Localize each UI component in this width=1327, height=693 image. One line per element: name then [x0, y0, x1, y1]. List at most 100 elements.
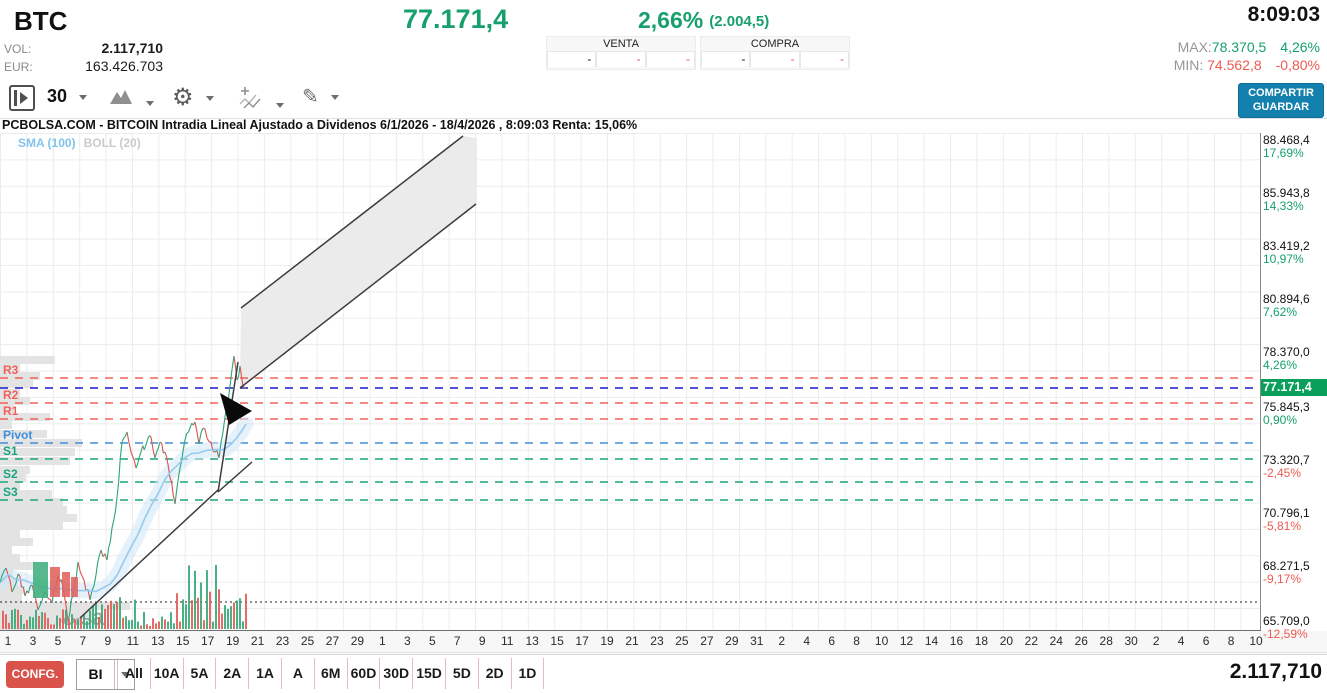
volume-row: VOL:2.117,710 [4, 40, 163, 56]
min-percent: -0,80% [1276, 57, 1320, 73]
quote-cell: - [701, 51, 750, 67]
x-axis-label: 3 [404, 634, 411, 648]
timeframe-button-5a[interactable]: 5A [183, 658, 216, 689]
y-axis-percent: 14,33% [1263, 200, 1310, 213]
pivot-label-s3: S3 [3, 485, 18, 499]
min-label: MIN: [1174, 57, 1204, 73]
share-save-button[interactable]: COMPARTIR GUARDAR [1238, 83, 1324, 118]
timeframe-button-6m[interactable]: 6M [314, 658, 347, 689]
chart-legend: SMA (100)BOLL (20) [18, 136, 141, 150]
x-axis-label: 22 [1025, 634, 1038, 648]
y-axis-tick: 78.370,04,26% [1263, 346, 1310, 372]
interval-dropdown[interactable]: 30 [47, 86, 87, 107]
x-axis-label: 28 [1100, 634, 1113, 648]
x-axis-label: 4 [1178, 634, 1185, 648]
clock: 8:09:03 [1248, 3, 1320, 27]
eur-value: 163.426.703 [38, 58, 163, 74]
x-axis-label: 18 [975, 634, 988, 648]
x-axis-label: 23 [276, 634, 289, 648]
pivot-label-r3: R3 [3, 363, 18, 377]
trading-app: BTC VOL:2.117,710 EUR:163.426.703 77.171… [0, 0, 1327, 693]
x-axis-label: 21 [625, 634, 638, 648]
bi-value[interactable]: BI [77, 660, 114, 689]
save-label: GUARDAR [1239, 100, 1323, 114]
share-label: COMPARTIR [1239, 86, 1323, 100]
symbol-title: BTC [14, 6, 67, 37]
panel-toggle-icon[interactable] [9, 85, 35, 111]
x-axis-label: 23 [650, 634, 663, 648]
current-price-badge: 77.171,4 [1261, 379, 1327, 396]
x-axis-label: 16 [950, 634, 963, 648]
x-axis-label: 13 [151, 634, 164, 648]
settings-caret-icon[interactable] [206, 96, 214, 101]
max-value: 78.370,5 [1212, 39, 1267, 55]
x-axis-label: 13 [525, 634, 538, 648]
change-percent: 2,66% [638, 7, 703, 33]
x-axis-label: 25 [301, 634, 314, 648]
timeframe-button-1a[interactable]: 1A [248, 658, 281, 689]
min-value: 74.562,8 [1207, 57, 1262, 73]
indicators-dropdown[interactable] [238, 86, 284, 115]
gear-icon: ⚙ [172, 84, 194, 111]
indicators-caret-icon[interactable] [276, 103, 284, 108]
y-axis-percent: 0,90% [1263, 414, 1310, 427]
x-axis-label: 8 [853, 634, 860, 648]
timeframe-button-2d[interactable]: 2D [478, 658, 511, 689]
pivot-label-r2: R2 [3, 388, 18, 402]
quote-cell: - [800, 51, 849, 67]
x-axis-label: 5 [55, 634, 62, 648]
y-axis-percent: 10,97% [1263, 253, 1310, 266]
quote-cell: - [750, 51, 799, 67]
timeframe-button-5d[interactable]: 5D [445, 658, 478, 689]
draw-caret-icon[interactable] [331, 95, 339, 100]
interval-caret-icon[interactable] [79, 95, 87, 100]
timeframe-button-all[interactable]: All [117, 658, 150, 689]
x-axis-label: 15 [176, 634, 189, 648]
x-axis-label: 2 [778, 634, 785, 648]
config-button[interactable]: CONFG. [6, 661, 64, 688]
pivot-label-r1: R1 [3, 404, 18, 418]
chart-style-caret-icon[interactable] [146, 101, 154, 106]
bottom-volume-value: 2.117,710 [1230, 660, 1322, 684]
x-axis-label: 29 [351, 634, 364, 648]
timeframe-button-10a[interactable]: 10A [150, 658, 183, 689]
quote-cell: - [547, 51, 596, 67]
x-axis-label: 6 [828, 634, 835, 648]
x-axis-label: 17 [201, 634, 214, 648]
last-price: 77.171,4 [403, 4, 508, 35]
timeframe-button-1d[interactable]: 1D [511, 658, 545, 689]
y-axis-tick: 88.468,417,69% [1263, 134, 1310, 160]
chart-style-dropdown[interactable] [108, 86, 154, 113]
y-axis-tick: 75.845,30,90% [1263, 401, 1310, 427]
y-axis-tick: 83.419,210,97% [1263, 240, 1310, 266]
bottom-toolbar: CONFG. BI All10A5A2A1AA6M60D30D15D5D2D1D… [0, 654, 1327, 693]
settings-dropdown[interactable]: ⚙ [172, 83, 214, 112]
x-axis-label: 5 [429, 634, 436, 648]
legend-sma: SMA (100) [18, 136, 76, 150]
vol-label: VOL: [4, 42, 38, 56]
compra-panel: COMPRA --- [700, 36, 850, 70]
x-axis-label: 9 [479, 634, 486, 648]
compra-header: COMPRA [701, 37, 849, 51]
interval-value[interactable]: 30 [47, 86, 67, 106]
draw-tools-dropdown[interactable]: ✎ [302, 84, 339, 109]
timeframe-button-15d[interactable]: 15D [412, 658, 445, 689]
x-axis-label: 11 [127, 634, 139, 648]
timeframe-button-60d[interactable]: 60D [347, 658, 380, 689]
timeframe-bar: All10A5A2A1AA6M60D30D15D5D2D1D [117, 658, 544, 689]
x-axis-label: 6 [1203, 634, 1210, 648]
x-axis-label: 30 [1125, 634, 1138, 648]
timeframe-button-30d[interactable]: 30D [379, 658, 412, 689]
eur-label: EUR: [4, 60, 38, 74]
y-axis-tick: 73.320,7-2,45% [1263, 454, 1310, 480]
timeframe-button-2a[interactable]: 2A [215, 658, 248, 689]
pivot-label-pivot: Pivot [3, 428, 32, 442]
chart-toolbar: 30 ⚙ ✎ COMPARTIR GUARDAR [0, 80, 1327, 119]
pencil-icon: ✎ [302, 86, 319, 108]
eur-row: EUR:163.426.703 [4, 58, 163, 74]
x-axis-label: 26 [1075, 634, 1088, 648]
max-percent: 4,26% [1280, 39, 1320, 55]
timeframe-button-a[interactable]: A [281, 658, 314, 689]
x-axis-label: 10 [875, 634, 888, 648]
y-axis-percent: -5,81% [1263, 520, 1310, 533]
